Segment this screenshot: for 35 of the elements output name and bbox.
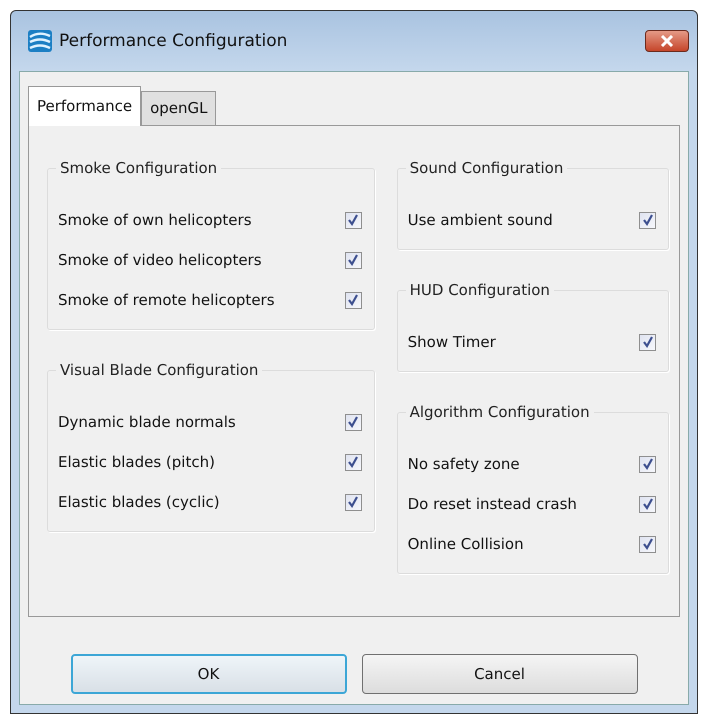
checkbox[interactable]: [344, 252, 362, 268]
checkbox[interactable]: [639, 456, 656, 472]
option-label: Show Timer: [408, 333, 496, 351]
option-label: No safety zone: [408, 455, 520, 473]
group-title: Visual Blade Configuration: [56, 361, 262, 379]
checkbox[interactable]: [344, 454, 362, 470]
checkbox[interactable]: [639, 536, 656, 552]
checkbox[interactable]: [639, 212, 656, 228]
group-title: Smoke Configuration: [56, 159, 222, 177]
option-label: Online Collision: [408, 535, 524, 553]
checkbox[interactable]: [639, 496, 656, 512]
checkbox[interactable]: [344, 212, 362, 228]
checkbox[interactable]: [344, 292, 362, 308]
group-title: Algorithm Configuration: [406, 403, 594, 421]
option-label: Smoke of own helicopters: [58, 211, 252, 229]
checkbox[interactable]: [639, 334, 656, 350]
group-title: HUD Configuration: [406, 281, 554, 299]
checkbox[interactable]: [344, 494, 362, 510]
option-label: Smoke of remote helicopters: [58, 291, 275, 309]
tab[interactable]: Performance: [28, 86, 142, 126]
option-label: Do reset instead crash: [408, 495, 577, 513]
tab[interactable]: openGL: [141, 91, 216, 125]
app-logo-icon: [27, 29, 53, 53]
group-title: Sound Configuration: [406, 159, 568, 177]
close-button[interactable]: [645, 30, 689, 52]
checkbox[interactable]: [344, 414, 362, 430]
option-label: Use ambient sound: [408, 211, 553, 229]
close-icon: [660, 35, 674, 47]
window-title: Performance Configuration: [59, 31, 288, 51]
option-label: Elastic blades (pitch): [58, 453, 215, 471]
dialog-button[interactable]: Cancel: [362, 654, 638, 694]
dialog-button[interactable]: OK: [70, 654, 346, 694]
option-label: Elastic blades (cyclic): [58, 493, 220, 511]
option-label: Smoke of video helicopters: [58, 251, 262, 269]
option-label: Dynamic blade normals: [58, 413, 236, 431]
